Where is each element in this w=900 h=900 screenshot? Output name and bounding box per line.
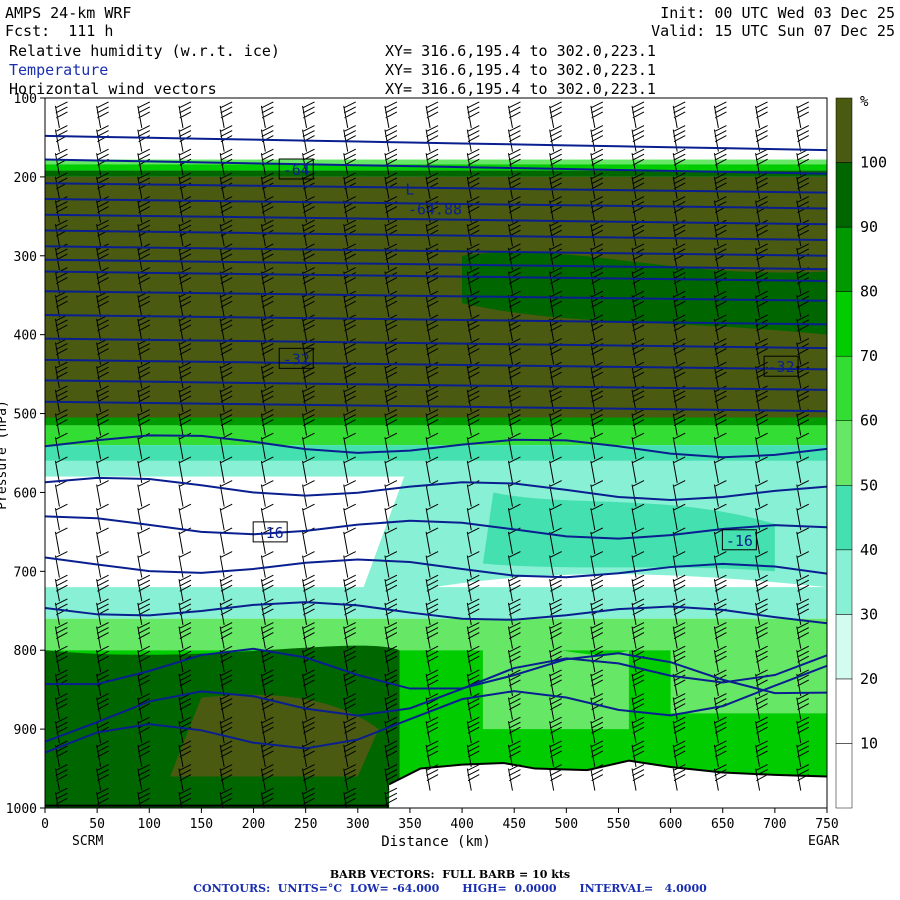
station-left: SCRM: [72, 834, 104, 849]
colorbar-swatch: [835, 549, 853, 615]
contour-label: -32: [763, 355, 799, 377]
colorbar-swatch: [835, 291, 853, 357]
contour-label-text: -16: [257, 524, 284, 542]
colorbar-label: 70: [860, 347, 878, 365]
colorbar-label: 10: [860, 734, 878, 752]
contour-label-text: -64: [283, 161, 310, 179]
low-marker-value: -64.88: [408, 200, 462, 218]
colorbar-label: 40: [860, 541, 878, 559]
colorbar-swatch: [835, 614, 853, 680]
x-tick-label: 750: [815, 817, 838, 832]
x-axis-label: Distance (km): [381, 834, 491, 850]
x-tick-label: 500: [555, 817, 578, 832]
x-tick-label: 550: [607, 817, 630, 832]
footer-barbs: BARB VECTORS: FULL BARB = 10 kts: [329, 868, 571, 881]
colorbar-label: 50: [860, 476, 878, 494]
colorbar-label: 90: [860, 218, 878, 236]
station-right: EGAR: [808, 834, 840, 849]
x-tick-label: 400: [450, 817, 473, 832]
colorbar: 10 20 30 40 50 60 70 80 90 100%: [835, 94, 887, 809]
x-tick-label: 350: [398, 817, 421, 832]
colorbar-label: 100: [860, 154, 887, 172]
y-tick-label: 200: [14, 171, 37, 186]
contour-label: -16: [721, 529, 757, 551]
colorbar-swatch: [835, 485, 853, 551]
x-tick-label: 600: [659, 817, 682, 832]
colorbar-label: 30: [860, 605, 878, 623]
colorbar-swatch: [835, 420, 853, 486]
footer-contours: CONTOURS: UNITS=°C LOW= -64.000 HIGH= 0.…: [193, 882, 707, 895]
colorbar-swatch: [835, 162, 853, 228]
y-tick-label: 100: [14, 92, 37, 107]
x-tick-label: 450: [502, 817, 525, 832]
contour-label: -32: [278, 347, 314, 369]
x-tick-label: 650: [711, 817, 734, 832]
y-tick-label: 800: [14, 644, 37, 659]
contour-label-text: -32: [283, 350, 310, 368]
y-tick-label: 600: [14, 486, 37, 501]
y-tick-label: 1000: [6, 802, 37, 817]
low-marker-label: L: [405, 180, 414, 198]
colorbar-label: 20: [860, 670, 878, 688]
x-tick-label: 0: [41, 817, 49, 832]
cross-section-chart: -64 -32 -32 -16 -16 L -64.88 0 50 100 150 200 250 30…: [0, 92, 887, 850]
colorbar-swatch: [835, 226, 853, 292]
contour-label-text: -32: [768, 358, 795, 376]
colorbar-label: 80: [860, 283, 878, 301]
y-tick-label: 900: [14, 723, 37, 738]
y-tick-label: 300: [14, 250, 37, 265]
contour-label: -16: [252, 521, 288, 543]
contour-label-text: -16: [726, 532, 753, 550]
x-tick-label: 250: [294, 817, 317, 832]
x-tick-label: 700: [763, 817, 786, 832]
rh-band: [45, 417, 827, 426]
colorbar-unit: %: [860, 94, 869, 110]
x-tick-label: 150: [190, 817, 213, 832]
colorbar-swatch: [835, 743, 853, 809]
y-tick-label: 700: [14, 565, 37, 580]
colorbar-swatch: [835, 355, 853, 421]
x-tick-label: 300: [346, 817, 369, 832]
colorbar-swatch: [835, 97, 853, 163]
x-tick-label: 200: [242, 817, 265, 832]
x-tick-label: 100: [138, 817, 161, 832]
y-tick-label: 500: [14, 408, 37, 423]
contour-label: -64: [278, 158, 314, 180]
x-tick-label: 50: [89, 817, 105, 832]
y-axis-label: Pressure (hPa): [0, 400, 10, 510]
colorbar-label: 60: [860, 412, 878, 430]
colorbar-swatch: [835, 678, 853, 744]
y-tick-label: 400: [14, 329, 37, 344]
rh-patch: [482, 645, 629, 730]
